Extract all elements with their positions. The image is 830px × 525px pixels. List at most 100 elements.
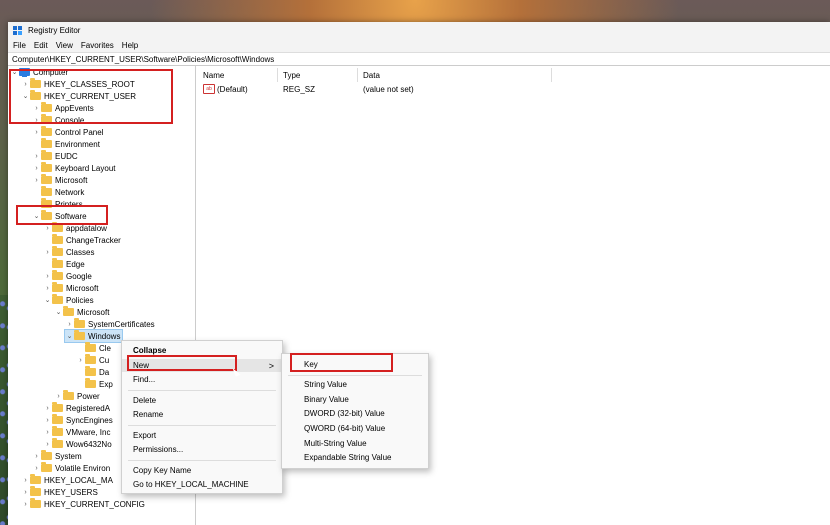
address-path[interactable]: Computer\HKEY_CURRENT_USER\Software\Poli… xyxy=(12,55,274,64)
menu-item-delete[interactable]: Delete xyxy=(122,394,282,407)
chevron-right-icon[interactable]: › xyxy=(32,465,41,472)
registry-editor-icon xyxy=(13,25,23,36)
tree-node[interactable]: › System xyxy=(32,450,82,462)
submenu-item-expandable-string-value[interactable]: Expandable String Value xyxy=(282,451,428,464)
tree-node[interactable]: Cle xyxy=(76,342,111,354)
tree-node[interactable]: › HKEY_LOCAL_MA xyxy=(21,474,113,486)
tree-node[interactable]: › Power xyxy=(54,390,100,402)
menu-item-goto-hklm[interactable]: Go to HKEY_LOCAL_MACHINE xyxy=(122,478,282,491)
tree-node[interactable]: › Wow6432No xyxy=(43,438,112,450)
column-header-type[interactable]: Type xyxy=(283,69,300,81)
column-divider[interactable] xyxy=(551,68,552,82)
folder-icon xyxy=(52,426,63,436)
menu-help[interactable]: Help xyxy=(122,41,138,50)
chevron-right-icon[interactable]: › xyxy=(43,285,52,292)
tree-node[interactable]: › EUDC xyxy=(32,150,78,162)
column-header-name[interactable]: Name xyxy=(203,69,224,81)
chevron-right-icon[interactable]: › xyxy=(43,417,52,424)
tree-node[interactable]: › Control Panel xyxy=(32,126,103,138)
chevron-down-icon[interactable]: ⌄ xyxy=(54,308,63,316)
folder-icon xyxy=(74,330,85,340)
tree-node[interactable]: › RegisteredA xyxy=(43,402,110,414)
submenu-item-multi-string-value[interactable]: Multi-String Value xyxy=(282,437,428,450)
column-divider[interactable] xyxy=(357,68,358,82)
chevron-right-icon[interactable]: › xyxy=(43,273,52,280)
chevron-right-icon[interactable]: › xyxy=(32,177,41,184)
chevron-right-icon[interactable]: › xyxy=(65,321,74,328)
folder-icon xyxy=(30,498,41,508)
column-divider[interactable] xyxy=(277,68,278,82)
string-value-icon: ab xyxy=(203,84,215,94)
tree-node[interactable]: ⌄ Microsoft xyxy=(54,306,109,318)
chevron-right-icon[interactable]: › xyxy=(43,405,52,412)
menu-separator xyxy=(128,425,276,426)
menu-edit[interactable]: Edit xyxy=(34,41,48,50)
folder-icon xyxy=(41,126,52,136)
tree-node[interactable]: Network xyxy=(32,186,84,198)
tree-node[interactable]: › Cu xyxy=(76,354,109,366)
chevron-right-icon[interactable]: › xyxy=(32,153,41,160)
chevron-right-icon[interactable]: › xyxy=(43,225,52,232)
chevron-right-icon[interactable]: › xyxy=(76,357,85,364)
menu-item-rename[interactable]: Rename xyxy=(122,408,282,421)
menu-item-export[interactable]: Export xyxy=(122,429,282,442)
submenu-item-dword-value[interactable]: DWORD (32-bit) Value xyxy=(282,407,428,420)
folder-icon xyxy=(52,438,63,448)
tree-node[interactable]: › Google xyxy=(43,270,92,282)
chevron-right-icon[interactable]: › xyxy=(43,441,52,448)
tree-node[interactable]: Exp xyxy=(76,378,113,390)
chevron-down-icon[interactable]: ⌄ xyxy=(65,332,74,340)
tree-node-selected[interactable]: ⌄ Windows xyxy=(63,329,124,343)
folder-icon xyxy=(52,258,63,268)
folder-icon xyxy=(52,246,63,256)
folder-icon xyxy=(52,234,63,244)
menu-view[interactable]: View xyxy=(56,41,73,50)
folder-icon xyxy=(52,222,63,232)
tree-node[interactable]: › Microsoft xyxy=(43,282,98,294)
folder-icon xyxy=(85,378,96,388)
chevron-right-icon[interactable]: › xyxy=(21,477,30,484)
value-row[interactable]: ab (Default) xyxy=(203,83,248,95)
tree-node[interactable]: ChangeTracker xyxy=(43,234,121,246)
tree-node[interactable]: › Classes xyxy=(43,246,94,258)
tree-node[interactable]: › HKEY_CURRENT_CONFIG xyxy=(21,498,145,510)
value-type: REG_SZ xyxy=(283,84,316,94)
highlight-box-new xyxy=(127,355,237,371)
tree-node[interactable]: › Volatile Environ xyxy=(32,462,110,474)
submenu-item-string-value[interactable]: String Value xyxy=(282,378,428,391)
submenu-item-qword-value[interactable]: QWORD (64-bit) Value xyxy=(282,422,428,435)
tree-node[interactable]: Da xyxy=(76,366,109,378)
folder-icon xyxy=(63,390,74,400)
chevron-right-icon[interactable]: › xyxy=(54,393,63,400)
menu-separator xyxy=(128,460,276,461)
submenu-item-binary-value[interactable]: Binary Value xyxy=(282,393,428,406)
highlight-box-software xyxy=(16,205,108,225)
menu-file[interactable]: File xyxy=(13,41,26,50)
menu-favorites[interactable]: Favorites xyxy=(81,41,114,50)
tree-node[interactable]: Edge xyxy=(43,258,85,270)
column-header-data[interactable]: Data xyxy=(363,69,380,81)
chevron-right-icon[interactable]: › xyxy=(43,249,52,256)
menu-item-permissions[interactable]: Permissions... xyxy=(122,443,282,456)
chevron-right-icon[interactable]: › xyxy=(32,453,41,460)
tree-node[interactable]: › HKEY_USERS xyxy=(21,486,98,498)
tree-node[interactable]: ⌄ Policies xyxy=(43,294,94,306)
tree-node[interactable]: › Keyboard Layout xyxy=(32,162,116,174)
chevron-right-icon[interactable]: › xyxy=(21,489,30,496)
folder-icon xyxy=(85,342,96,352)
address-bar[interactable]: Computer\HKEY_CURRENT_USER\Software\Poli… xyxy=(8,52,830,66)
tree-node[interactable]: › VMware, Inc xyxy=(43,426,110,438)
highlight-box-key xyxy=(290,353,393,372)
chevron-down-icon[interactable]: ⌄ xyxy=(43,296,52,304)
tree-node[interactable]: › Microsoft xyxy=(32,174,87,186)
chevron-right-icon[interactable]: › xyxy=(32,129,41,136)
menu-item-find[interactable]: Find... xyxy=(122,373,282,386)
chevron-right-icon[interactable]: › xyxy=(21,501,30,508)
tree-node[interactable]: › SystemCertificates xyxy=(65,318,155,330)
chevron-right-icon[interactable]: › xyxy=(43,429,52,436)
folder-icon xyxy=(41,174,52,184)
tree-node[interactable]: › SyncEngines xyxy=(43,414,113,426)
tree-node[interactable]: Environment xyxy=(32,138,100,150)
menu-item-copy-key-name[interactable]: Copy Key Name xyxy=(122,464,282,477)
chevron-right-icon[interactable]: › xyxy=(32,165,41,172)
